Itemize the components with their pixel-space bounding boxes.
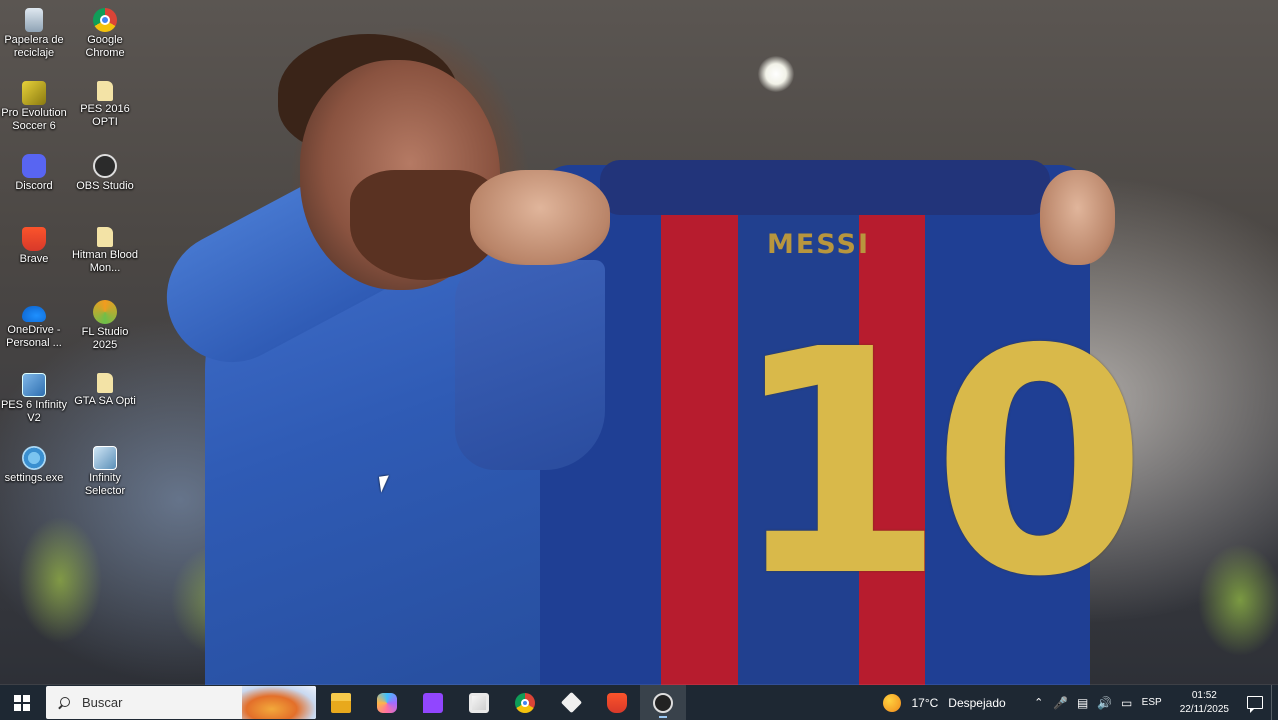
desktop-icon-obs-studio[interactable]: OBS Studio — [69, 154, 141, 193]
fl-studio-icon — [93, 300, 117, 324]
wallpaper-player-fist-right — [1040, 170, 1115, 265]
desktop: MESSI 10 Papelera de reciclaje Google Ch… — [0, 0, 1278, 720]
infinity-selector-icon — [93, 446, 117, 470]
pes6-game-icon — [22, 81, 46, 105]
desktop-icon-label: PES 2016 OPTI — [80, 103, 130, 128]
desktop-icon-brave[interactable]: Brave — [0, 227, 70, 266]
desktop-icon-google-chrome[interactable]: Google Chrome — [69, 8, 141, 60]
wallpaper-player-fist — [470, 170, 610, 265]
brave-icon — [607, 692, 627, 713]
wallpaper-crowd — [0, 460, 300, 690]
windows-logo-icon — [14, 694, 30, 711]
weather-temperature: 17°C — [911, 695, 939, 710]
desktop-icon-hitman[interactable]: Hitman Blood Mon... — [69, 227, 141, 275]
weather-condition: Despejado — [948, 695, 1006, 710]
volume-icon[interactable]: 🔊 — [1094, 685, 1116, 720]
taskbar-app-capcut[interactable] — [548, 685, 594, 720]
weather-widget[interactable]: 17°C Despejado — [883, 693, 1006, 712]
search-input[interactable]: Buscar — [46, 686, 316, 719]
folder-file-icon — [97, 373, 113, 393]
desktop-icon-pes2016-opti[interactable]: PES 2016 OPTI — [69, 81, 141, 129]
desktop-icon-label: Brave — [19, 253, 49, 265]
brave-icon — [22, 227, 46, 251]
folder-icon — [331, 692, 351, 713]
desktop-icon-label: OneDrive - Personal ... — [6, 324, 62, 349]
wallpaper-jersey — [540, 165, 1090, 690]
wallpaper-jersey-collar — [600, 160, 1050, 215]
wallpaper-stadium-light — [758, 56, 794, 92]
obs-icon — [93, 154, 117, 178]
pes6-infinity-icon — [22, 373, 46, 397]
clock-date: 22/11/2025 — [1179, 703, 1229, 715]
taskbar: Buscar 17°C Despejado ⌃ 🎤 ▤ 🔊 ▭ ESP 01:5… — [0, 685, 1278, 720]
chrome-icon — [515, 692, 535, 713]
folder-file-icon — [97, 227, 113, 247]
twitch-icon — [423, 692, 443, 713]
clock-time: 01:52 — [1191, 689, 1217, 701]
desktop-icon-infinity-selector[interactable]: Infinity Selector — [69, 446, 141, 498]
microphone-icon[interactable]: 🎤 — [1050, 685, 1072, 720]
obs-icon — [653, 692, 673, 713]
start-button[interactable] — [0, 685, 44, 720]
notifications-button[interactable] — [1239, 685, 1271, 720]
taskbar-app-copilot[interactable] — [364, 685, 410, 720]
desktop-icon-label: settings.exe — [4, 472, 64, 484]
wallpaper-player-body — [205, 250, 625, 690]
settings-exe-icon — [22, 446, 46, 470]
weather-moon-icon — [883, 693, 902, 712]
wallpaper-crowd-right — [1180, 520, 1278, 680]
desktop-icon-fl-studio[interactable]: FL Studio 2025 — [69, 300, 141, 352]
desktop-icon-label: PES 6 Infinity V2 — [0, 399, 68, 424]
desktop-icon-settings-exe[interactable]: settings.exe — [0, 446, 70, 485]
desktop-icon-gta-sa-opti[interactable]: GTA SA Opti — [69, 373, 141, 408]
wallpaper-jersey-number: 10 — [730, 284, 1147, 645]
wallpaper-jersey-sleeve — [455, 260, 605, 470]
recycle-bin-icon — [25, 8, 43, 32]
chevron-up-icon[interactable]: ⌃ — [1028, 685, 1050, 720]
chrome-icon — [93, 8, 117, 32]
desktop-icon-label: Pro Evolution Soccer 6 — [1, 107, 67, 132]
desktop-icon-label: GTA SA Opti — [74, 395, 136, 407]
desktop-icon-recycle-bin[interactable]: Papelera de reciclaje — [0, 8, 70, 60]
taskbar-app-brave[interactable] — [594, 685, 640, 720]
notification-icon — [1247, 696, 1263, 713]
network-icon[interactable]: ▤ — [1072, 685, 1094, 720]
wallpaper-player-head — [300, 60, 500, 290]
copilot-icon — [377, 692, 397, 713]
discord-icon — [22, 154, 46, 178]
desktop-icon-label: Hitman Blood Mon... — [71, 249, 139, 274]
desktop-icon-label: FL Studio 2025 — [81, 326, 129, 351]
language-indicator[interactable]: ESP — [1142, 697, 1162, 708]
wallpaper-jersey-name: MESSI — [767, 229, 871, 260]
desktop-icon-label: OBS Studio — [76, 180, 134, 192]
taskbar-app-obs-studio[interactable] — [640, 685, 686, 720]
show-desktop-button[interactable] — [1271, 685, 1278, 720]
taskbar-app-google-chrome[interactable] — [502, 685, 548, 720]
system-tray: 17°C Despejado ⌃ 🎤 ▤ 🔊 ▭ ESP 01:52 22/11… — [883, 685, 1278, 720]
wallpaper-player-hair — [278, 34, 458, 154]
battery-icon[interactable]: ▭ — [1116, 685, 1138, 720]
search-icon — [58, 696, 70, 709]
folder-file-icon — [97, 81, 113, 101]
search-highlight-image — [242, 686, 316, 719]
wallpaper-player-arm — [143, 129, 470, 385]
desktop-icon-onedrive[interactable]: OneDrive - Personal ... — [0, 300, 70, 350]
taskbar-app-twitch[interactable] — [410, 685, 456, 720]
clock[interactable]: 01:52 22/11/2025 — [1180, 689, 1229, 717]
desktop-icon-label: Google Chrome — [85, 34, 125, 59]
desktop-icon-discord[interactable]: Discord — [0, 154, 70, 193]
capcut-icon — [560, 691, 582, 714]
search-placeholder: Buscar — [82, 695, 123, 710]
wallpaper-player-beard — [350, 170, 500, 280]
mouse-cursor-icon — [378, 475, 392, 493]
taskbar-app-file-explorer[interactable] — [318, 685, 364, 720]
desktop-icon-label: Papelera de reciclaje — [4, 34, 64, 59]
desktop-icon-label: Discord — [15, 180, 53, 192]
store-icon — [469, 692, 489, 713]
taskbar-app-microsoft-store[interactable] — [456, 685, 502, 720]
desktop-icon-label: Infinity Selector — [84, 472, 126, 497]
desktop-icon-pes6-infinity[interactable]: PES 6 Infinity V2 — [0, 373, 70, 425]
onedrive-icon — [22, 306, 46, 322]
desktop-icon-pes6[interactable]: Pro Evolution Soccer 6 — [0, 81, 70, 133]
